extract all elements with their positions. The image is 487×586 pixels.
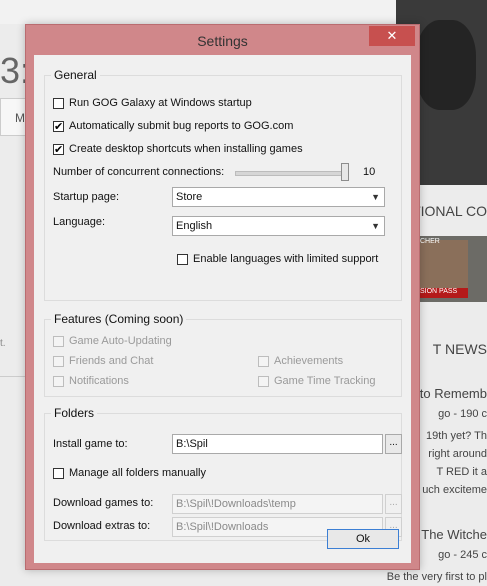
folders-group: Folders Install game to: B:\Spil ... Man… bbox=[44, 406, 402, 541]
background-news-headline[interactable]: The Witche bbox=[421, 527, 487, 542]
download-extras-label: Download extras to: bbox=[53, 520, 151, 532]
settings-dialog: Settings ✕ General Run GOG Galaxy at Win… bbox=[25, 24, 420, 570]
limited-languages-label: Enable languages with limited support bbox=[193, 253, 379, 265]
connections-slider-thumb[interactable] bbox=[341, 163, 349, 181]
desktop-shortcuts-label: Create desktop shortcuts when installing… bbox=[69, 143, 303, 155]
install-browse-button[interactable]: ... bbox=[385, 434, 402, 454]
ok-button[interactable]: Ok bbox=[327, 529, 399, 549]
background-thumbnail[interactable]: CHER SION PASS bbox=[410, 236, 487, 302]
background-news-meta: go - 190 c bbox=[438, 408, 487, 420]
desktop-shortcuts-checkbox[interactable]: ✔ bbox=[53, 144, 64, 156]
achievements-checkbox bbox=[258, 356, 269, 367]
download-games-browse-button: ... bbox=[385, 494, 402, 514]
language-select[interactable]: English ▼ bbox=[172, 216, 385, 236]
connections-label: Number of concurrent connections: bbox=[53, 166, 225, 178]
background-news-text: uch exciteme bbox=[422, 484, 487, 496]
notifications-label: Notifications bbox=[69, 375, 129, 387]
dialog-titlebar[interactable]: Settings ✕ bbox=[26, 25, 419, 55]
limited-languages-checkbox[interactable] bbox=[177, 254, 188, 265]
manage-manually-checkbox[interactable] bbox=[53, 468, 64, 479]
folders-group-title: Folders bbox=[51, 406, 98, 420]
features-group-title: Features (Coming soon) bbox=[51, 312, 187, 326]
install-label: Install game to: bbox=[53, 438, 128, 450]
connections-value: 10 bbox=[363, 166, 376, 178]
close-icon: ✕ bbox=[386, 28, 398, 43]
dialog-client-area: General Run GOG Galaxy at Windows startu… bbox=[34, 55, 411, 563]
run-startup-checkbox[interactable] bbox=[53, 98, 64, 109]
friends-chat-checkbox bbox=[53, 356, 64, 367]
submit-bugs-label: Automatically submit bug reports to GOG.… bbox=[69, 120, 294, 132]
run-startup-label: Run GOG Galaxy at Windows startup bbox=[69, 97, 252, 109]
language-value: English bbox=[176, 220, 213, 232]
download-games-field: B:\Spil\!Downloads\temp bbox=[172, 494, 383, 514]
notifications-checkbox bbox=[53, 376, 64, 387]
friends-chat-label: Friends and Chat bbox=[69, 355, 154, 367]
general-group: General Run GOG Galaxy at Windows startu… bbox=[44, 68, 402, 301]
manage-manually-label: Manage all folders manually bbox=[69, 467, 206, 479]
background-news-text: T RED it a bbox=[436, 466, 487, 478]
background-news-text: 19th yet? Th bbox=[426, 430, 487, 442]
startup-page-label: Startup page: bbox=[53, 191, 120, 203]
download-games-label: Download games to: bbox=[53, 497, 154, 509]
background-section-title: TIONAL CO bbox=[412, 203, 487, 219]
time-tracking-checkbox bbox=[258, 376, 269, 387]
auto-update-label: Game Auto-Updating bbox=[69, 335, 172, 347]
features-group: Features (Coming soon) Game Auto-Updatin… bbox=[44, 312, 402, 397]
achievements-label: Achievements bbox=[274, 355, 344, 367]
chevron-down-icon: ▼ bbox=[371, 221, 380, 231]
startup-page-value: Store bbox=[176, 191, 203, 203]
background-news-title: T NEWS bbox=[432, 341, 487, 357]
connections-slider-track[interactable] bbox=[235, 171, 347, 176]
background-news-text: right around bbox=[428, 448, 487, 460]
general-group-title: General bbox=[51, 68, 100, 82]
auto-update-checkbox bbox=[53, 336, 64, 347]
language-label: Language: bbox=[53, 216, 105, 228]
chevron-down-icon: ▼ bbox=[371, 192, 380, 202]
background-news-meta: go - 245 c bbox=[438, 549, 487, 561]
time-tracking-label: Game Time Tracking bbox=[274, 375, 376, 387]
submit-bugs-checkbox[interactable]: ✔ bbox=[53, 121, 64, 133]
startup-page-select[interactable]: Store ▼ bbox=[172, 187, 385, 207]
background-side-text: t. bbox=[0, 338, 6, 349]
dialog-title: Settings bbox=[197, 33, 248, 49]
install-path-field[interactable]: B:\Spil bbox=[172, 434, 383, 454]
close-button[interactable]: ✕ bbox=[369, 26, 415, 46]
background-news-text: Be the very first to pl bbox=[386, 571, 487, 583]
background-news-headline[interactable]: to Rememb bbox=[420, 386, 487, 401]
